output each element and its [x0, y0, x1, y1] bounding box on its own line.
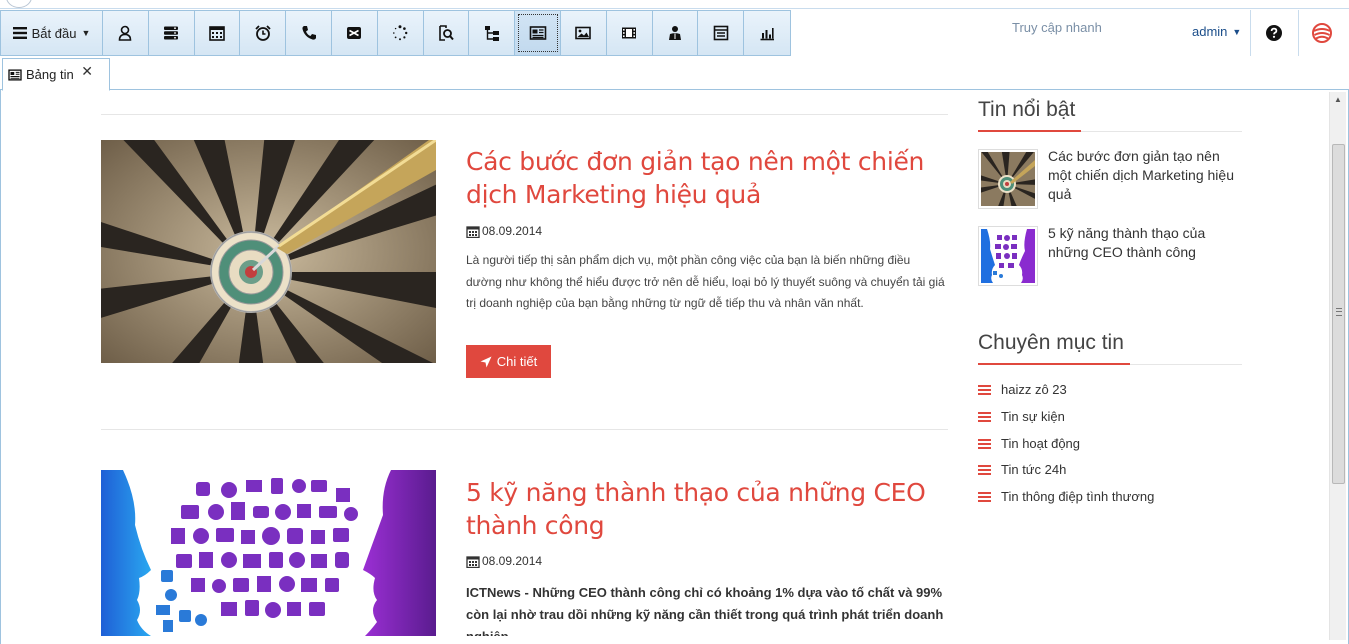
article-title[interactable]: 5 kỹ năng thành thạo của những CEO thành… — [466, 476, 946, 542]
user-icon — [119, 25, 132, 41]
close-icon[interactable]: ✕ — [81, 63, 93, 80]
featured-news-link[interactable]: Các bước đơn giản tạo nên một chiến dịch… — [1048, 147, 1243, 204]
toolbar-button-image[interactable] — [560, 11, 607, 55]
article-title[interactable]: Các bước đơn giản tạo nên một chiến dịch… — [466, 145, 946, 211]
document-search-icon — [439, 25, 454, 41]
article-thumbnail[interactable] — [101, 140, 436, 363]
tab-label: Bảng tin — [26, 67, 74, 82]
calendar-icon — [209, 26, 225, 41]
toolbar-button-calendar[interactable] — [194, 11, 241, 55]
tab-strip: Bảng tin ✕ — [0, 57, 1349, 91]
category-item[interactable]: Tin tức 24h — [978, 462, 1066, 477]
brand-logo[interactable] — [1298, 10, 1344, 56]
toolbar-button-loading[interactable] — [377, 11, 424, 55]
user-menu[interactable]: admin ▼ — [1192, 24, 1241, 39]
divider — [101, 429, 948, 430]
person-icon — [668, 26, 681, 40]
calendar-icon — [466, 225, 480, 238]
window-top-edge — [0, 0, 1349, 9]
ceo-silhouettes-image — [101, 470, 436, 636]
dartboard-thumb-image — [979, 150, 1037, 208]
toolbar-button-video[interactable] — [606, 11, 653, 55]
article-date-text: 08.09.2014 — [482, 224, 543, 238]
newspaper-icon — [529, 26, 546, 40]
category-item[interactable]: Tin sự kiện — [978, 409, 1065, 424]
toolbar-button-alarm[interactable] — [240, 11, 287, 55]
scroll-grip-icon — [1336, 308, 1342, 316]
toolbar-button-report[interactable] — [744, 11, 790, 55]
featured-news-link[interactable]: 5 kỹ năng thành thạo của những CEO thành… — [1048, 224, 1243, 262]
scroll-up-arrow-icon[interactable]: ▲ — [1334, 95, 1342, 104]
location-arrow-icon — [480, 356, 492, 367]
logo-icon — [1311, 23, 1332, 43]
phone-icon — [302, 26, 316, 40]
toolbar-button-sitemap[interactable] — [469, 11, 516, 55]
quick-access-link[interactable]: Truy cập nhanh — [1012, 20, 1102, 35]
category-item[interactable]: haizz zô 23 — [978, 382, 1067, 397]
caret-down-icon: ▼ — [1232, 26, 1242, 37]
featured-thumbnail[interactable] — [978, 149, 1038, 209]
featured-news-heading: Tin nổi bật — [978, 98, 1076, 121]
featured-thumbnail[interactable] — [978, 226, 1038, 286]
start-menu-label: Bắt đầu — [31, 25, 77, 41]
category-item[interactable]: Tin thông điệp tình thương — [978, 489, 1154, 504]
heading-underline — [978, 130, 1242, 132]
top-toolbar: Bắt đầu ▼ Truy cập nhanh admin ▼ — [0, 0, 1349, 57]
envelope-icon — [347, 27, 362, 39]
help-button[interactable] — [1250, 10, 1296, 56]
article-thumbnail[interactable] — [101, 470, 436, 636]
category-item[interactable]: Tin hoạt động — [978, 436, 1080, 451]
toolbar-button-news[interactable] — [515, 11, 561, 55]
image-icon — [575, 26, 592, 40]
toolbar-button-user[interactable] — [103, 11, 149, 55]
article-summary: Là người tiếp thị sản phẩm dịch vụ, một … — [466, 253, 945, 310]
list-bars-icon — [978, 491, 991, 502]
ceo-thumb-image — [981, 229, 1035, 283]
toolbar-button-group: Bắt đầu ▼ — [0, 10, 791, 56]
alarm-clock-icon — [255, 25, 271, 41]
sitemap-icon — [484, 26, 499, 41]
user-name: admin — [1192, 24, 1228, 39]
menu-icon — [12, 27, 27, 39]
divider — [101, 114, 948, 115]
vertical-scrollbar[interactable]: ▲ — [1329, 92, 1346, 640]
bar-chart-icon — [760, 28, 775, 41]
server-icon — [164, 26, 179, 40]
article-summary: ICTNews - Những CEO thành công chỉ có kh… — [466, 585, 944, 636]
category-label: Tin thông điệp tình thương — [1001, 489, 1155, 504]
category-label: Tin hoạt động — [1001, 436, 1081, 451]
toolbar-button-person[interactable] — [652, 11, 699, 55]
list-bars-icon — [978, 438, 991, 449]
newspaper-icon — [8, 68, 22, 81]
calendar-icon — [466, 555, 480, 568]
question-circle-icon — [1265, 25, 1282, 41]
film-icon — [622, 27, 637, 39]
news-categories-heading: Chuyên mục tin — [978, 331, 1124, 354]
toolbar-button-list[interactable] — [698, 11, 745, 55]
category-label: Tin sự kiện — [1001, 409, 1065, 424]
toolbar-button-server[interactable] — [148, 11, 195, 55]
list-bars-icon — [978, 411, 991, 422]
category-label: haizz zô 23 — [1001, 382, 1067, 397]
article-date-text: 08.09.2014 — [482, 554, 543, 568]
dartboard-image — [101, 140, 436, 363]
toolbar-button-search-doc[interactable] — [423, 11, 470, 55]
list-bars-icon — [978, 464, 991, 475]
spinner-icon — [393, 25, 408, 41]
list-box-icon — [713, 25, 729, 41]
read-more-label: Chi tiết — [496, 354, 538, 369]
caret-down-icon: ▼ — [81, 28, 91, 38]
category-label: Tin tức 24h — [1001, 462, 1067, 477]
scrollbar-thumb[interactable] — [1332, 144, 1345, 484]
heading-underline — [978, 363, 1242, 365]
article-date: 08.09.2014 — [466, 224, 542, 238]
start-menu-button[interactable]: Bắt đầu ▼ — [1, 11, 103, 55]
article-date: 08.09.2014 — [466, 554, 542, 568]
toolbar-button-mail[interactable] — [331, 11, 378, 55]
tab-news[interactable]: Bảng tin ✕ — [2, 58, 110, 91]
toolbar-button-phone[interactable] — [286, 11, 332, 55]
read-more-button[interactable]: Chi tiết — [466, 345, 551, 378]
list-bars-icon — [978, 384, 991, 395]
